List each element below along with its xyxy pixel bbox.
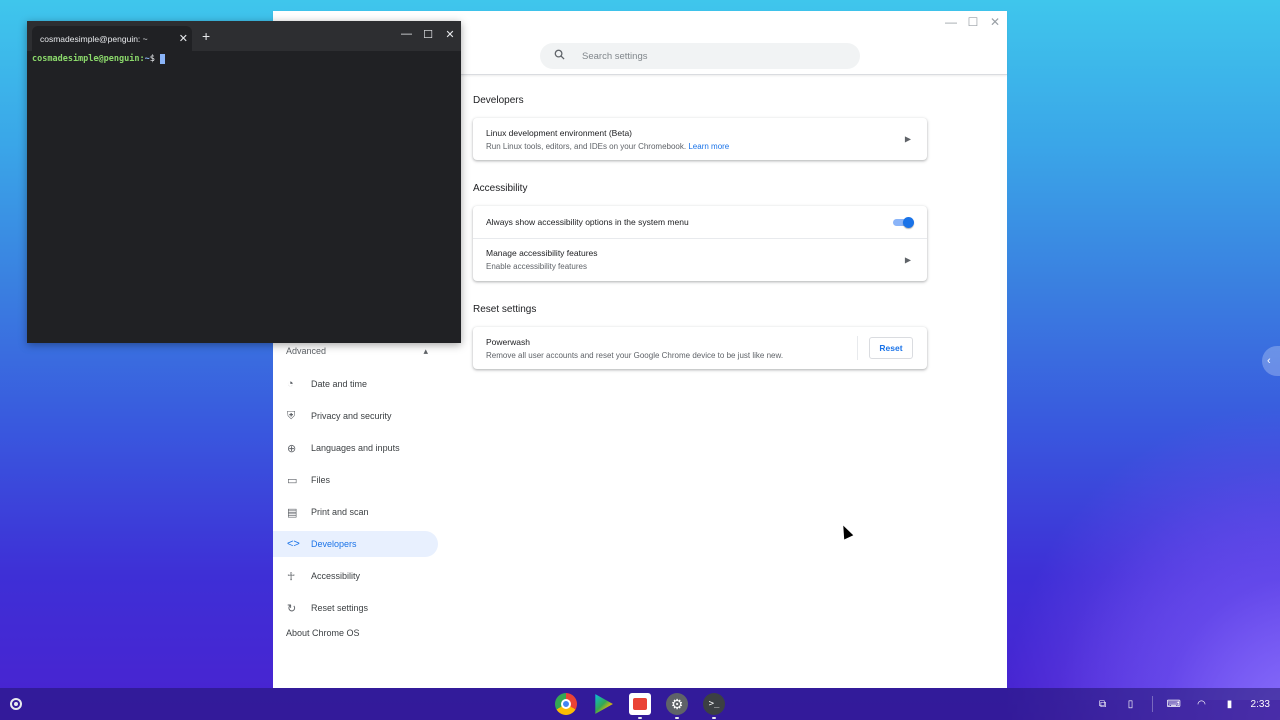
sidebar-item-label: Accessibility [311, 571, 361, 581]
wallpaper-accent-2 [1010, 420, 1280, 700]
terminal-app-icon[interactable]: >_ [703, 693, 725, 719]
powerwash-card: Powerwash Remove all user accounts and r… [473, 327, 927, 369]
terminal-tab-title: cosmadesimple@penguin: ~ [40, 33, 148, 44]
accessibility-toggle[interactable] [893, 217, 914, 228]
terminal-prompt[interactable]: cosmadesimple@penguin: ~ $ [32, 54, 165, 64]
printer-icon: ▤ [287, 506, 298, 519]
vertical-divider [857, 336, 858, 360]
about-chrome-os-link[interactable]: About Chrome OS [286, 628, 360, 638]
globe-icon: ⊕ [287, 442, 297, 455]
sidebar-item-label: Print and scan [311, 507, 369, 517]
learn-more-link[interactable]: Learn more [688, 142, 729, 151]
manage-accessibility-subtitle: Enable accessibility features [486, 262, 587, 271]
powerwash-subtitle: Remove all user accounts and reset your … [486, 351, 784, 360]
running-indicator [638, 717, 642, 719]
close-tab-icon[interactable]: ✕ [179, 32, 188, 45]
terminal-titlebar[interactable]: cosmadesimple@penguin: ~ ✕ + — ☐ ✕ [27, 21, 461, 51]
sidebar-item-files[interactable]: ▭ Files [273, 467, 438, 493]
sidebar-item-label: Languages and inputs [311, 443, 400, 453]
sidebar-item-label: Reset settings [311, 603, 369, 613]
reset-section-title: Reset settings [473, 304, 537, 315]
maximize-icon[interactable]: ☐ [423, 28, 433, 41]
linux-subtitle: Run Linux tools, editors, and IDEs on yo… [486, 142, 730, 151]
linux-row[interactable]: Linux development environment (Beta) Run… [473, 118, 927, 160]
chevron-right-icon: ▶ [904, 134, 911, 144]
sidebar-item-developers[interactable]: <> Developers [273, 531, 438, 557]
sidebar-item-label: Files [311, 475, 331, 485]
search-input[interactable] [582, 50, 842, 62]
always-show-accessibility-row[interactable]: Always show accessibility options in the… [473, 206, 927, 238]
terminal-window[interactable]: cosmadesimple@penguin: ~ ✕ + — ☐ ✕ cosma… [27, 21, 461, 343]
sidebar-item-label: Date and time [311, 379, 368, 389]
sidebar-item-privacy-and-security[interactable]: ⛨ Privacy and security [273, 403, 438, 429]
clock-time[interactable]: 2:33 [1251, 699, 1270, 710]
prompt-user: cosmadesimple@penguin [32, 54, 140, 64]
tray-divider [1151, 696, 1153, 712]
manage-accessibility-row[interactable]: Manage accessibility features Enable acc… [473, 239, 927, 281]
folder-icon: ▭ [287, 474, 298, 487]
sidebar-item-date-and-time[interactable]: ◔ Date and time [273, 371, 438, 397]
restore-icon: ↻ [287, 602, 297, 615]
wifi-icon: ◠ [1197, 698, 1206, 710]
code-icon: <> [287, 538, 300, 550]
chevron-left-icon[interactable]: ‹ [1262, 346, 1280, 376]
search-icon [554, 49, 570, 63]
status-tray[interactable]: ⧉ ▯ ⌨ ◠ ▮ 2:33 [1096, 696, 1270, 712]
sidebar-item-accessibility[interactable]: ☥ Accessibility [273, 563, 438, 589]
chrome-app-icon[interactable] [555, 693, 577, 715]
sidebar-item-label: Privacy and security [311, 411, 392, 421]
powerwash-title: Powerwash [486, 337, 530, 347]
linux-title: Linux development environment (Beta) [486, 128, 632, 138]
terminal-window-controls: — ☐ ✕ [401, 28, 455, 41]
play-store-app-icon[interactable] [595, 694, 613, 714]
advanced-label: Advanced [286, 346, 327, 356]
shelf-apps: ⚙ >_ [555, 693, 725, 719]
advanced-section-toggle[interactable]: Advanced ▴ [286, 343, 428, 359]
powerwash-row: Powerwash Remove all user accounts and r… [473, 327, 927, 369]
accessibility-section-title: Accessibility [473, 183, 528, 194]
minimize-icon[interactable]: — [401, 28, 412, 41]
shield-icon: ⛨ [287, 409, 296, 422]
settings-window-controls: — ☐ ✕ [945, 15, 1001, 29]
text-cursor [159, 54, 165, 64]
maximize-icon[interactable]: ☐ [967, 15, 979, 29]
accessibility-card: Always show accessibility options in the… [473, 206, 927, 281]
running-indicator [675, 717, 679, 719]
search-box[interactable] [540, 43, 860, 69]
minimize-icon[interactable]: — [945, 15, 957, 29]
new-tab-button[interactable]: + [202, 28, 210, 44]
files-app-icon[interactable] [629, 693, 651, 719]
close-icon[interactable]: ✕ [445, 28, 455, 41]
screen-capture-icon[interactable]: ⧉ [1096, 699, 1110, 710]
keyboard-icon[interactable]: ⌨ [1167, 699, 1181, 710]
chevron-up-icon: ▴ [423, 345, 428, 356]
reset-button[interactable]: Reset [869, 337, 913, 359]
chevron-right-icon: ▶ [904, 255, 911, 265]
always-show-title: Always show accessibility options in the… [486, 217, 689, 227]
phone-hub-icon[interactable]: ▯ [1124, 699, 1138, 710]
battery-icon: ▮ [1226, 698, 1233, 710]
settings-app-icon[interactable]: ⚙ [666, 693, 688, 719]
developers-section-title: Developers [473, 95, 524, 106]
sidebar-item-languages-and-inputs[interactable]: ⊕ Languages and inputs [273, 435, 438, 461]
prompt-symbol: $ [149, 54, 155, 64]
shelf: ⚙ >_ ⧉ ▯ ⌨ ◠ ▮ 2:33 [0, 688, 1280, 720]
clock-icon: ◔ [287, 378, 294, 390]
running-indicator [712, 717, 716, 719]
sidebar-item-label: Developers [311, 539, 357, 549]
toggle-knob [903, 217, 914, 228]
manage-accessibility-title: Manage accessibility features [486, 248, 598, 258]
close-icon[interactable]: ✕ [989, 15, 1001, 29]
launcher-button[interactable] [10, 698, 22, 710]
accessibility-icon: ☥ [287, 570, 296, 583]
sidebar-item-print-and-scan[interactable]: ▤ Print and scan [273, 499, 438, 525]
linux-card: Linux development environment (Beta) Run… [473, 118, 927, 160]
terminal-tab[interactable]: cosmadesimple@penguin: ~ ✕ [32, 26, 192, 51]
sidebar-item-reset-settings[interactable]: ↻ Reset settings [273, 595, 438, 621]
